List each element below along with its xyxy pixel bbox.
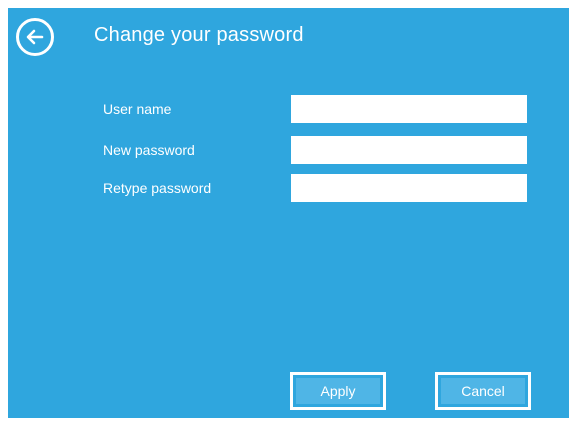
- user-name-row: User name: [103, 95, 533, 123]
- new-password-input[interactable]: [291, 136, 527, 164]
- back-button[interactable]: [16, 18, 54, 56]
- back-arrow-icon: [26, 29, 44, 45]
- apply-button-label: Apply: [296, 378, 380, 404]
- user-name-input[interactable]: [291, 95, 527, 123]
- retype-password-row: Retype password: [103, 174, 533, 202]
- apply-button[interactable]: Apply: [290, 372, 386, 410]
- cancel-button-label: Cancel: [441, 378, 525, 404]
- change-password-dialog: Change your password User name New passw…: [8, 8, 569, 418]
- page-title: Change your password: [94, 24, 304, 46]
- retype-password-input[interactable]: [291, 174, 527, 202]
- new-password-row: New password: [103, 136, 533, 164]
- retype-password-label: Retype password: [103, 180, 212, 196]
- new-password-label: New password: [103, 142, 195, 158]
- cancel-button[interactable]: Cancel: [435, 372, 531, 410]
- user-name-label: User name: [103, 101, 172, 117]
